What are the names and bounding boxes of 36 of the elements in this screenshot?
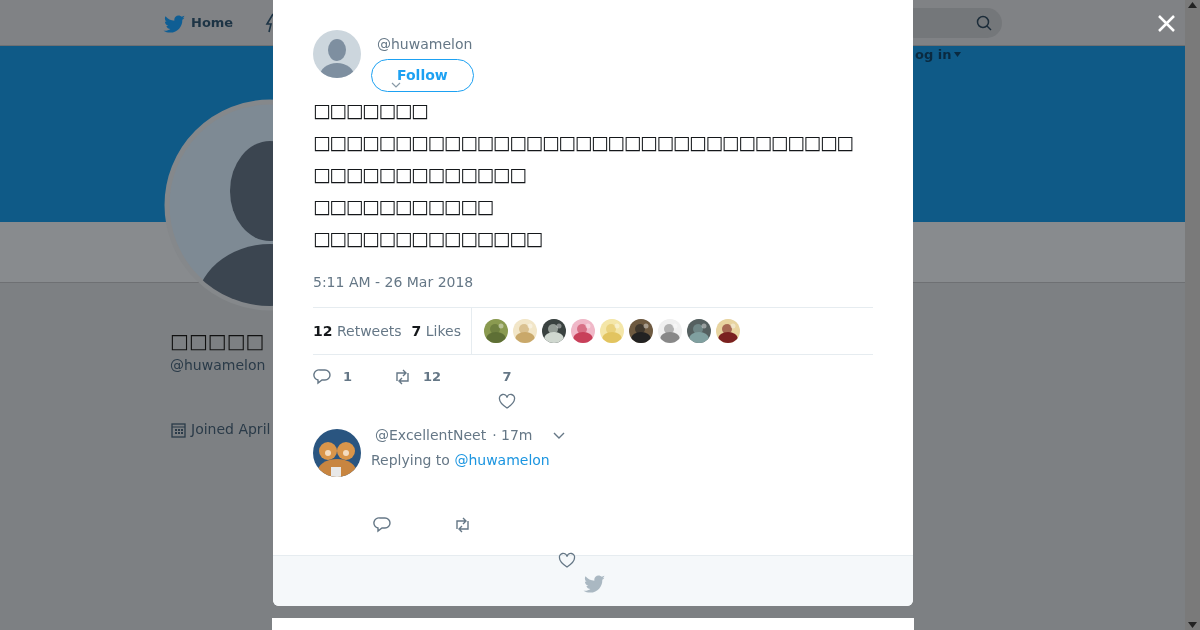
profile-name: □□□□□ [170, 328, 265, 354]
chevron-icon[interactable] [552, 431, 565, 440]
reply-time: · 17m [492, 426, 533, 445]
bird-icon [583, 573, 605, 593]
heart-icon[interactable] [498, 392, 516, 410]
stat-link[interactable]: 12 Retweets [313, 320, 402, 342]
heart-icon[interactable] [558, 552, 576, 569]
mention-link[interactable]: @huwamelon [454, 452, 550, 468]
joined-date: Joined April [191, 420, 271, 439]
tweet-text: □□□□□□□ □□□□□□□□□□□□□□□□□□□□□□□□□□□□□□□□□ □□□□□□□□□□□□□ □□□□□□□□□□□ □□□□□□□□□□□□□□ [313, 98, 853, 251]
replying-to-text: Replying to @huwamelon [371, 451, 551, 470]
retweet-icon[interactable] [393, 368, 411, 386]
scrollbar[interactable] [1185, 0, 1200, 630]
scroll-down-icon[interactable] [1188, 622, 1197, 628]
scroll-up-icon[interactable] [1188, 2, 1197, 8]
avatar-icon[interactable] [313, 30, 361, 78]
profile-handle: @huwamelon [170, 356, 266, 375]
retweet-count: 12 [423, 368, 442, 386]
avatar-icon[interactable] [313, 429, 361, 477]
caret-icon [391, 82, 401, 89]
reply-handle[interactable]: @ExcellentNeet [375, 425, 487, 446]
like-count: 7 [502, 368, 512, 386]
reply-icon[interactable] [313, 368, 331, 386]
home-link[interactable]: Home [191, 13, 234, 33]
reply-count: 1 [343, 368, 353, 386]
search-icon [976, 15, 992, 31]
calendar-icon [171, 421, 186, 438]
caret-icon [954, 52, 962, 58]
retweet-icon[interactable] [453, 516, 471, 533]
stat-link[interactable]: 7 Likes [411, 320, 461, 342]
reply-icon[interactable] [373, 516, 391, 533]
follow-button[interactable]: Follow [371, 59, 474, 92]
close-icon[interactable] [1157, 14, 1176, 33]
author-handle[interactable]: @huwamelon [377, 34, 473, 55]
lightning-icon[interactable] [265, 13, 275, 33]
tweet-timestamp: 5:11 AM - 26 Mar 2018 [312, 273, 475, 292]
